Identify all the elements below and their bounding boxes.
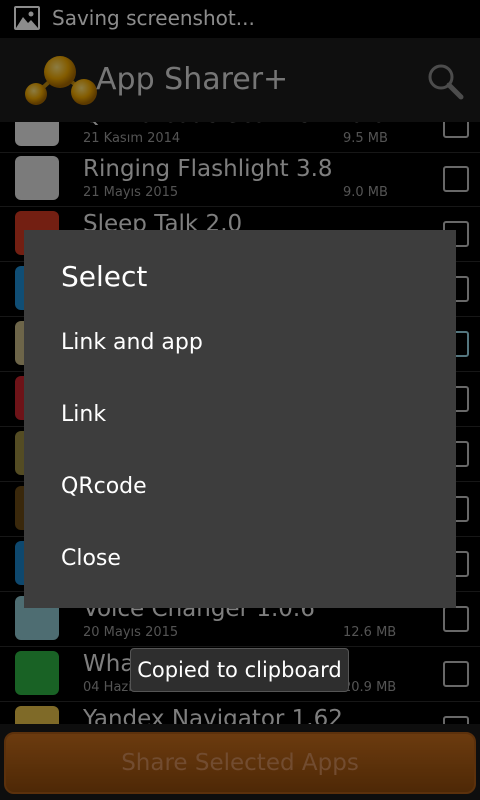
option-label: Close [61, 546, 121, 571]
option-label: QRcode [61, 474, 147, 499]
select-dialog: Select Link and app Link QRcode Close [24, 230, 456, 608]
option-close[interactable]: Close [24, 526, 456, 598]
option-label: Link [61, 402, 107, 427]
option-qrcode[interactable]: QRcode [24, 454, 456, 526]
option-label: Link and app [61, 330, 203, 355]
option-link[interactable]: Link [24, 382, 456, 454]
option-link-and-app[interactable]: Link and app [24, 310, 456, 382]
dialog-title: Select [61, 260, 148, 293]
toast-message: Copied to clipboard [130, 648, 349, 692]
